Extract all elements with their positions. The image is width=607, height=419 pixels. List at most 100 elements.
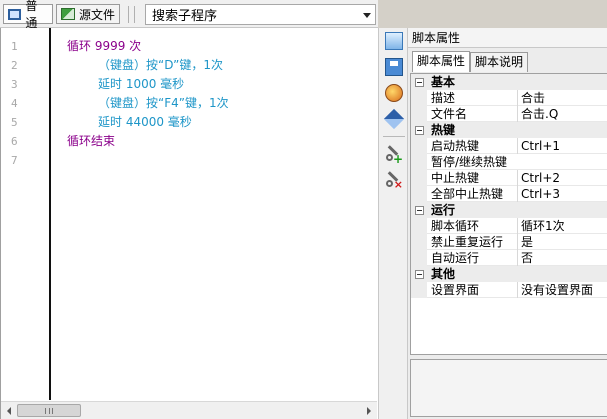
category-other[interactable]: 其他 [411, 266, 607, 282]
code-line[interactable]: 循环结束 [67, 132, 115, 151]
wrench-head-icon [386, 180, 393, 187]
property-row[interactable]: 暂停/继续热键 [411, 154, 607, 170]
line-number: 5 [11, 116, 18, 129]
property-row[interactable]: 脚本循环 循环1次 [411, 218, 607, 234]
property-row[interactable]: 设置界面 没有设置界面 [411, 282, 607, 298]
code-line[interactable]: 延时 1000 毫秒 [98, 75, 184, 94]
remove-tool-icon[interactable]: × [385, 171, 403, 191]
tab-script-properties[interactable]: 脚本属性 [412, 51, 471, 72]
tab-normal-label: 普通 [25, 0, 38, 30]
category-hotkeys[interactable]: 热键 [411, 122, 607, 138]
tab-script-description[interactable]: 脚本说明 [470, 52, 529, 72]
grip-icon [45, 408, 53, 414]
line-number: 7 [11, 154, 18, 167]
property-row[interactable]: 全部中止热键 Ctrl+3 [411, 186, 607, 202]
delete-x-icon: × [393, 178, 403, 191]
row-margin [411, 154, 427, 170]
property-name: 暂停/继续热键 [431, 155, 508, 169]
source-file-icon [61, 8, 75, 20]
toolbar-separator [128, 6, 129, 23]
category-label: 基本 [431, 75, 456, 89]
code-editor[interactable]: 1 2 3 4 5 6 7 循环 9999 次 （键盘）按“D”键，1次 延时 … [0, 28, 378, 419]
toolbar-separator [134, 6, 135, 23]
editor-toolbar: 普通 源文件 搜索子程序 [0, 0, 378, 30]
line-number: 4 [11, 97, 18, 110]
property-description-box [410, 359, 607, 417]
row-margin [411, 234, 427, 250]
new-page-icon[interactable] [385, 32, 403, 50]
category-run[interactable]: 运行 [411, 202, 607, 218]
subroutine-search-combo[interactable]: 搜索子程序 [145, 4, 376, 25]
property-row[interactable]: 启动热键 Ctrl+1 [411, 138, 607, 154]
row-margin [411, 106, 427, 122]
property-value[interactable]: Ctrl+1 [517, 138, 607, 154]
row-margin [411, 250, 427, 266]
collapse-minus-icon[interactable] [415, 206, 424, 215]
grid-icon [8, 8, 22, 20]
collapse-minus-icon[interactable] [415, 270, 424, 279]
add-tool-icon[interactable]: + [385, 145, 403, 166]
property-value[interactable]: 否 [517, 250, 607, 266]
code-line[interactable]: （键盘）按“D”键，1次 [98, 56, 223, 75]
property-row[interactable]: 自动运行 否 [411, 250, 607, 266]
property-value[interactable]: 合击 [517, 90, 607, 106]
property-value[interactable]: 合击.Q [517, 106, 607, 122]
property-value[interactable]: 没有设置界面 [517, 282, 607, 298]
line-number: 2 [11, 59, 18, 72]
property-row[interactable]: 禁止重复运行 是 [411, 234, 607, 250]
wrench-head-icon [386, 154, 393, 161]
property-row[interactable]: 文件名 合击.Q [411, 106, 607, 122]
row-margin [411, 186, 427, 202]
plus-icon: + [392, 152, 403, 166]
code-line[interactable]: （键盘）按“F4”键，1次 [98, 94, 229, 113]
collapse-minus-icon[interactable] [415, 78, 424, 87]
property-grid: 基本 描述 合击 文件名 合击.Q 热键 启动热键 Ctrl+1 暂停/继续热键 [410, 73, 607, 355]
wizard-diamond-icon[interactable] [383, 108, 405, 130]
collapse-minus-icon[interactable] [415, 126, 424, 135]
tab-normal[interactable]: 普通 [3, 0, 53, 30]
property-name: 禁止重复运行 [431, 235, 504, 249]
line-number: 1 [11, 40, 18, 53]
row-margin [411, 90, 427, 106]
property-name: 文件名 [431, 107, 468, 121]
category-label: 运行 [431, 203, 456, 217]
line-number: 3 [11, 78, 18, 91]
property-name: 全部中止热键 [431, 187, 504, 201]
subroutine-search-value: 搜索子程序 [152, 9, 218, 24]
scrollbar-thumb[interactable] [17, 404, 81, 417]
property-name: 自动运行 [431, 251, 480, 265]
property-row[interactable]: 中止热键 Ctrl+2 [411, 170, 607, 186]
property-name: 设置界面 [431, 283, 480, 297]
row-margin [411, 170, 427, 186]
property-value[interactable]: 是 [517, 234, 607, 250]
property-row[interactable]: 描述 合击 [411, 90, 607, 106]
panel-title: 脚本属性 [408, 28, 607, 48]
property-name: 描述 [431, 91, 456, 105]
horizontal-scrollbar[interactable] [1, 401, 377, 419]
scroll-right-icon[interactable] [367, 407, 371, 415]
chevron-down-icon[interactable] [363, 13, 371, 18]
tab-source-file[interactable]: 源文件 [56, 4, 120, 24]
command-icon-bar: + × [378, 28, 408, 419]
tab-source-file-label: 源文件 [79, 7, 116, 22]
palette-icon[interactable] [385, 84, 403, 102]
property-value[interactable]: Ctrl+2 [517, 170, 607, 186]
code-line[interactable]: 延时 44000 毫秒 [98, 113, 192, 132]
category-basic[interactable]: 基本 [411, 74, 607, 90]
property-value[interactable]: 循环1次 [517, 218, 607, 234]
save-disk-icon[interactable] [385, 58, 403, 76]
line-number-gutter: 1 2 3 4 5 6 7 [1, 28, 51, 400]
code-line[interactable]: 循环 9999 次 [67, 37, 141, 56]
property-name: 中止热键 [431, 171, 480, 185]
category-label: 其他 [431, 267, 456, 281]
category-label: 热键 [431, 123, 456, 137]
row-margin [411, 282, 427, 298]
row-margin [411, 138, 427, 154]
scroll-left-icon[interactable] [7, 407, 11, 415]
script-properties-panel: 脚本属性 脚本属性 脚本说明 基本 描述 合击 文件名 合击.Q 热键 启动热键… [408, 28, 607, 419]
property-name: 脚本循环 [431, 219, 480, 233]
panel-tabs: 脚本属性 脚本说明 [408, 50, 607, 72]
icon-bar-separator [383, 136, 405, 137]
row-margin [411, 218, 427, 234]
property-value[interactable]: Ctrl+3 [517, 186, 607, 202]
